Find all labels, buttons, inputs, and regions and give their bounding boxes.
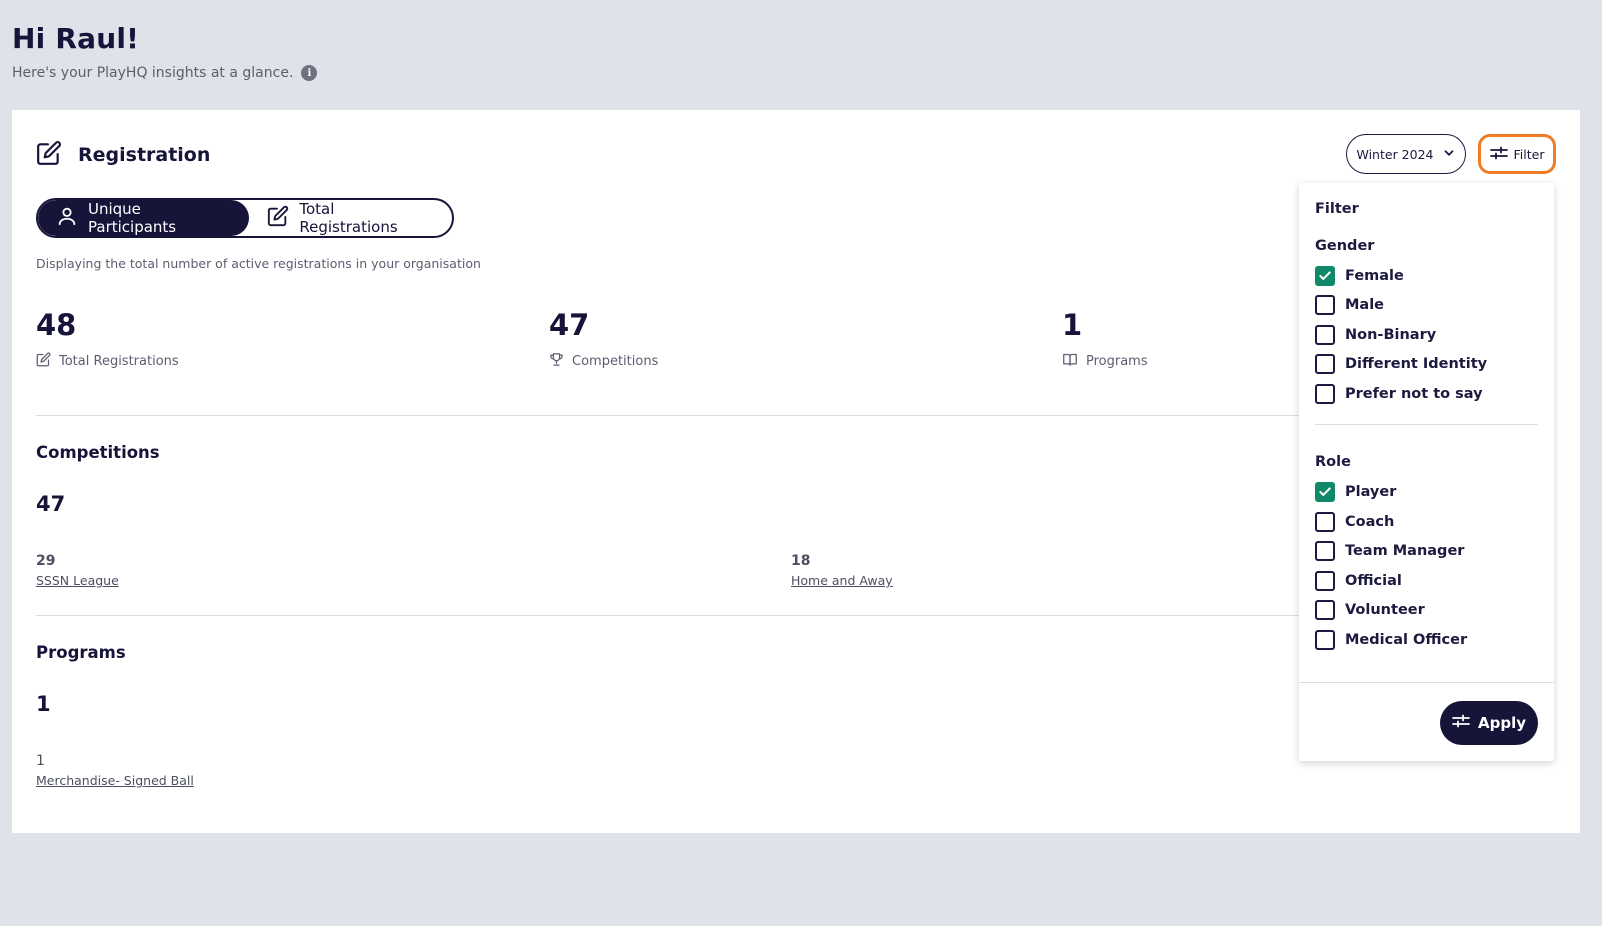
programs-title: Programs (36, 643, 126, 662)
gender-option-non-binary[interactable]: Non-Binary (1315, 325, 1436, 345)
info-icon[interactable]: i (301, 65, 318, 81)
filter-button-label: Filter (1513, 146, 1545, 162)
toggle-total-registrations[interactable]: Total Registrations (249, 200, 452, 236)
season-select-value: Winter 2024 (1356, 146, 1434, 162)
page-subtitle-row: Here's your PlayHQ insights at a glance.… (12, 65, 318, 81)
stat-value: 47 (549, 308, 590, 342)
checkbox-label: Coach (1345, 514, 1395, 530)
stat-label: Competitions (572, 354, 659, 369)
stat-total-registrations: 48 Total Registrations (36, 308, 549, 371)
checkbox[interactable] (1315, 571, 1335, 591)
stat-label-row: Competitions (549, 352, 1062, 371)
card-title: Registration (78, 144, 211, 166)
filter-panel: Filter Gender Female Male Non-Binary Dif… (1299, 183, 1554, 761)
toggle-unique-participants[interactable]: Unique Participants (38, 200, 250, 236)
edit-icon (267, 205, 289, 231)
checkbox[interactable] (1315, 354, 1335, 374)
book-icon (1062, 352, 1078, 371)
checkbox-label: Female (1345, 268, 1404, 284)
checkbox-label: Male (1345, 297, 1385, 313)
sliders-icon (1452, 714, 1470, 732)
metric-toggle: Unique Participants Total Registrations (36, 198, 454, 238)
gender-group-label: Gender (1315, 238, 1375, 254)
stat-value: 48 (36, 308, 77, 342)
checkbox-checked[interactable] (1315, 266, 1335, 286)
checkbox-label: Volunteer (1345, 602, 1425, 618)
checkbox-label: Different Identity (1345, 356, 1488, 372)
competitions-total: 47 (36, 492, 66, 516)
filter-panel-title: Filter (1315, 201, 1359, 217)
checkbox-label: Team Manager (1345, 543, 1465, 559)
edit-icon (36, 352, 51, 371)
season-select[interactable]: Winter 2024 (1346, 134, 1466, 174)
stat-label: Programs (1086, 354, 1148, 369)
program-item: 1 Merchandise- Signed Ball (36, 753, 194, 788)
page-title: Hi Raul! (12, 22, 140, 55)
apply-button-label: Apply (1477, 714, 1526, 732)
divider (36, 415, 1311, 416)
stat-label-row: Total Registrations (36, 352, 549, 371)
card-header: Registration (36, 140, 210, 170)
checkbox-label: Prefer not to say (1345, 386, 1483, 402)
competition-item-link[interactable]: Home and Away (791, 573, 893, 588)
competition-item-value: 29 (36, 553, 56, 569)
checkbox[interactable] (1315, 541, 1335, 561)
stat-label: Total Registrations (59, 354, 179, 369)
filter-panel-footer-divider (1299, 682, 1554, 683)
role-option-team-manager[interactable]: Team Manager (1315, 541, 1464, 561)
gender-option-prefer-not-to-say[interactable]: Prefer not to say (1315, 384, 1483, 404)
gender-option-different-identity[interactable]: Different Identity (1315, 354, 1487, 374)
role-group-label: Role (1315, 454, 1351, 470)
checkbox[interactable] (1315, 630, 1335, 650)
divider (36, 615, 1311, 616)
competition-item: 29 SSSN League (36, 553, 119, 588)
checkbox-label: Official (1345, 573, 1402, 589)
checkbox-label: Medical Officer (1345, 632, 1468, 648)
stat-competitions: 47 Competitions (549, 308, 1062, 371)
toggle-unique-participants-label: Unique Participants (88, 200, 177, 236)
checkbox[interactable] (1315, 512, 1335, 532)
role-option-coach[interactable]: Coach (1315, 512, 1394, 532)
checkbox-checked[interactable] (1315, 482, 1335, 502)
competition-item-value: 18 (791, 553, 811, 569)
program-item-value: 1 (36, 753, 45, 769)
toggle-total-registrations-label: Total Registrations (299, 200, 398, 236)
role-option-volunteer[interactable]: Volunteer (1315, 600, 1425, 620)
gender-option-female[interactable]: Female (1315, 266, 1404, 286)
sliders-icon (1489, 146, 1508, 163)
edit-icon (36, 140, 62, 170)
filter-button[interactable]: Filter (1478, 134, 1556, 174)
role-option-player[interactable]: Player (1315, 482, 1396, 502)
trophy-icon (549, 352, 564, 371)
competitions-title: Competitions (36, 443, 160, 462)
user-icon (56, 205, 78, 231)
registration-description: Displaying the total number of active re… (36, 256, 481, 271)
greeting-header: Hi Raul! Here's your PlayHQ insights at … (12, 22, 318, 81)
filter-panel-divider (1315, 424, 1538, 425)
checkbox[interactable] (1315, 295, 1335, 315)
competition-item: 18 Home and Away (791, 553, 893, 588)
checkbox[interactable] (1315, 600, 1335, 620)
checkbox[interactable] (1315, 325, 1335, 345)
checkbox-label: Non-Binary (1345, 327, 1437, 343)
role-option-medical-officer[interactable]: Medical Officer (1315, 630, 1467, 650)
role-option-official[interactable]: Official (1315, 571, 1402, 591)
program-item-link[interactable]: Merchandise- Signed Ball (36, 773, 194, 788)
gender-option-male[interactable]: Male (1315, 295, 1384, 315)
competition-item-link[interactable]: SSSN League (36, 573, 119, 588)
page-subtitle: Here's your PlayHQ insights at a glance. (12, 65, 294, 81)
checkbox[interactable] (1315, 384, 1335, 404)
checkbox-label: Player (1345, 484, 1397, 500)
chevron-down-icon (1442, 146, 1456, 163)
programs-total: 1 (36, 692, 51, 716)
apply-button[interactable]: Apply (1440, 701, 1538, 745)
